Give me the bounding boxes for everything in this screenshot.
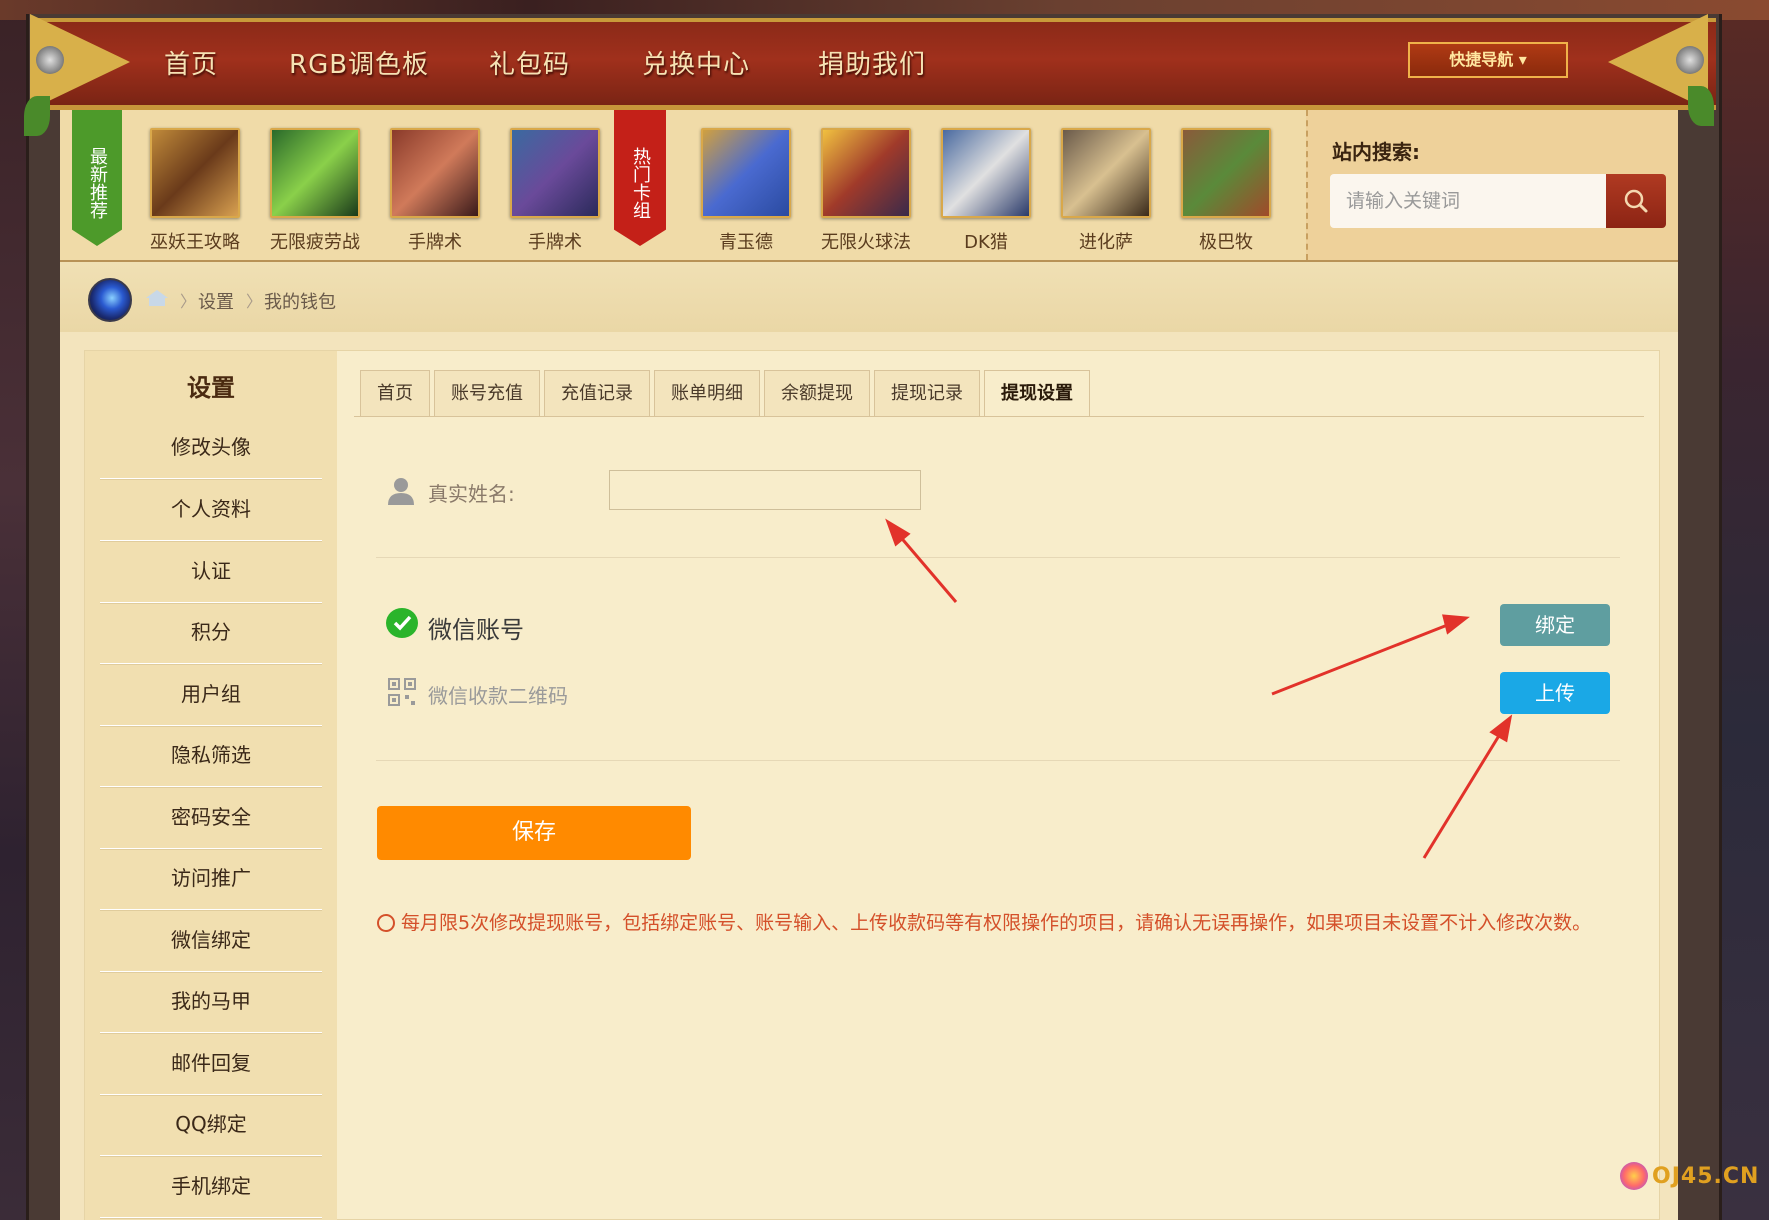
tab-withdraw[interactable]: 余额提现 bbox=[764, 370, 870, 416]
card-caption: 手牌术 bbox=[408, 232, 462, 253]
hot-card[interactable]: 进化萨 bbox=[1046, 128, 1166, 254]
card-thumbnail bbox=[510, 128, 600, 218]
nav-item-home[interactable]: 首页 bbox=[164, 44, 289, 81]
tabs-underline bbox=[354, 416, 1644, 417]
corner-gem-icon bbox=[36, 46, 64, 74]
card-caption: 巫妖王攻略 bbox=[150, 232, 240, 253]
card-thumbnail bbox=[701, 128, 791, 218]
quick-nav-button[interactable]: 快捷导航 ▾ bbox=[1408, 42, 1568, 78]
card-thumbnail bbox=[1181, 128, 1271, 218]
card-thumbnail bbox=[821, 128, 911, 218]
upload-button[interactable]: 上传 bbox=[1500, 672, 1610, 714]
wechat-account-label: 微信账号 bbox=[428, 616, 524, 644]
notice-text: 每月限5次修改提现账号，包括绑定账号、账号输入、上传收款码等有权限操作的项目，请… bbox=[401, 912, 1592, 934]
hot-card[interactable]: 极巴牧 bbox=[1166, 128, 1286, 254]
user-icon bbox=[388, 478, 414, 505]
card-caption: DK猎 bbox=[964, 232, 1008, 253]
card-thumbnail bbox=[1061, 128, 1151, 218]
recommend-card[interactable]: 无限疲劳战 bbox=[255, 128, 375, 254]
breadcrumb-settings[interactable]: 设置 bbox=[198, 288, 234, 314]
nav-item-exchange[interactable]: 兑换中心 bbox=[642, 44, 818, 81]
notice-circle-icon bbox=[377, 914, 395, 932]
card-caption: 无限疲劳战 bbox=[270, 232, 360, 253]
nav-item-gift-code[interactable]: 礼包码 bbox=[489, 44, 642, 81]
sidebar-item-phone-bind[interactable]: 手机绑定 bbox=[100, 1156, 322, 1218]
nav-item-rgb-palette[interactable]: RGB调色板 bbox=[289, 44, 489, 81]
tab-withdraw-records[interactable]: 提现记录 bbox=[874, 370, 980, 416]
recommend-card[interactable]: 巫妖王攻略 bbox=[135, 128, 255, 254]
form-divider bbox=[376, 557, 1620, 558]
site-search-panel: 站内搜索: 请输入关键词 bbox=[1306, 110, 1678, 260]
sidebar-item-points[interactable]: 积分 bbox=[100, 602, 322, 664]
withdraw-notice: 每月限5次修改提现账号，包括绑定账号、账号输入、上传收款码等有权限操作的项目，请… bbox=[377, 906, 1627, 940]
sidebar-title: 设置 bbox=[187, 374, 235, 402]
sidebar-item-alias[interactable]: 我的马甲 bbox=[100, 971, 322, 1033]
form-divider bbox=[376, 760, 1620, 761]
search-icon bbox=[1624, 189, 1648, 213]
site-watermark: OJ45.CN bbox=[1652, 1164, 1760, 1189]
leaf-ornament bbox=[1688, 86, 1714, 126]
wechat-icon bbox=[386, 608, 418, 638]
latest-ribbon: 最新推荐 bbox=[72, 110, 122, 246]
main-nav: 首页 RGB调色板 礼包码 兑换中心 捐助我们 快捷导航 ▾ bbox=[36, 18, 1716, 110]
breadcrumb-wallet[interactable]: 我的钱包 bbox=[264, 288, 336, 314]
recommend-card[interactable]: 手牌术 bbox=[495, 128, 615, 254]
tab-recharge-records[interactable]: 充值记录 bbox=[544, 370, 650, 416]
sidebar-item-verify[interactable]: 认证 bbox=[100, 541, 322, 603]
bind-button[interactable]: 绑定 bbox=[1500, 604, 1610, 646]
search-input[interactable]: 请输入关键词 bbox=[1330, 174, 1606, 228]
nav-item-donate[interactable]: 捐助我们 bbox=[818, 44, 978, 81]
sidebar-item-avatar[interactable]: 修改头像 bbox=[100, 417, 322, 479]
corner-gem-icon bbox=[1676, 46, 1704, 74]
sidebar-item-mail-reply[interactable]: 邮件回复 bbox=[100, 1033, 322, 1095]
card-caption: 无限火球法 bbox=[821, 232, 911, 253]
sidebar-item-profile[interactable]: 个人资料 bbox=[100, 479, 322, 541]
home-icon[interactable] bbox=[146, 290, 168, 306]
breadcrumb-separator: 〉 bbox=[246, 292, 263, 311]
card-caption: 青玉德 bbox=[719, 232, 773, 253]
wechat-qr-label: 微信收款二维码 bbox=[428, 684, 568, 708]
sidebar-item-privacy[interactable]: 隐私筛选 bbox=[100, 725, 322, 787]
card-caption: 极巴牧 bbox=[1199, 232, 1253, 253]
tab-home[interactable]: 首页 bbox=[360, 370, 430, 416]
card-thumbnail bbox=[270, 128, 360, 218]
wallet-tabs: 首页 账号充值 充值记录 账单明细 余额提现 提现记录 提现设置 bbox=[360, 370, 1094, 416]
recommend-card[interactable]: 手牌术 bbox=[375, 128, 495, 254]
hot-card[interactable]: DK猎 bbox=[926, 128, 1046, 254]
tab-withdraw-settings[interactable]: 提现设置 bbox=[984, 370, 1090, 416]
search-button[interactable] bbox=[1606, 174, 1666, 228]
breadcrumb-separator: 〉 bbox=[180, 292, 197, 311]
card-thumbnail bbox=[390, 128, 480, 218]
card-thumbnail bbox=[941, 128, 1031, 218]
search-label: 站内搜索: bbox=[1332, 140, 1420, 164]
hot-deck-ribbon: 热门卡组 bbox=[614, 110, 666, 246]
tab-bill-details[interactable]: 账单明细 bbox=[654, 370, 760, 416]
sidebar-item-qq-bind[interactable]: QQ绑定 bbox=[100, 1094, 322, 1156]
sidebar-item-usergroup[interactable]: 用户组 bbox=[100, 664, 322, 726]
sidebar-item-wechat-bind[interactable]: 微信绑定 bbox=[100, 910, 322, 972]
leaf-ornament bbox=[24, 96, 50, 136]
hot-card[interactable]: 青玉德 bbox=[686, 128, 806, 254]
site-watermark-logo bbox=[1620, 1162, 1648, 1190]
sidebar-item-password[interactable]: 密码安全 bbox=[100, 787, 322, 849]
tab-recharge[interactable]: 账号充值 bbox=[434, 370, 540, 416]
hot-card[interactable]: 无限火球法 bbox=[806, 128, 926, 254]
hearthstone-logo-icon[interactable] bbox=[88, 278, 132, 322]
real-name-input[interactable] bbox=[609, 470, 921, 510]
card-caption: 手牌术 bbox=[528, 232, 582, 253]
save-button[interactable]: 保存 bbox=[377, 806, 691, 860]
card-thumbnail bbox=[150, 128, 240, 218]
sidebar-item-promotion[interactable]: 访问推广 bbox=[100, 848, 322, 910]
real-name-label: 真实姓名: bbox=[428, 482, 515, 506]
qrcode-icon bbox=[388, 678, 416, 706]
card-caption: 进化萨 bbox=[1079, 232, 1133, 253]
